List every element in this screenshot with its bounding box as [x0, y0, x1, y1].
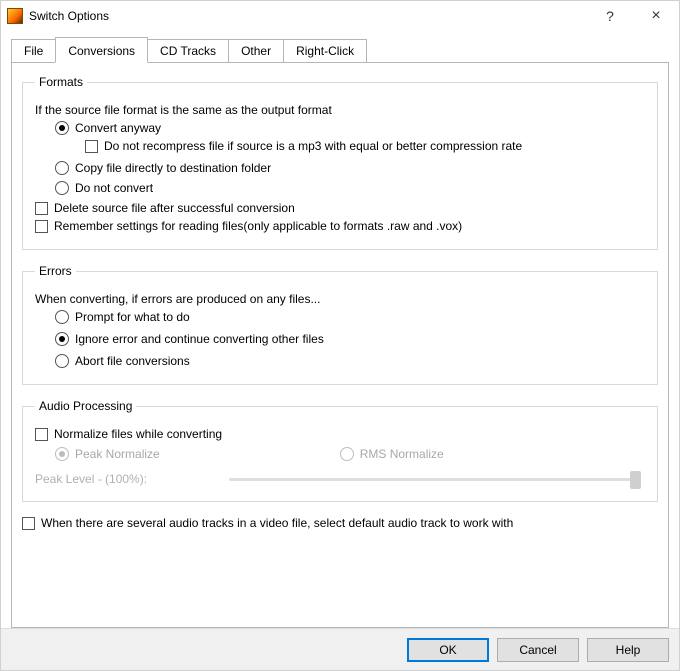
- checkbox-normalize[interactable]: Normalize files while converting: [35, 427, 645, 441]
- peak-level-slider: [229, 469, 641, 489]
- radio-icon: [55, 161, 69, 175]
- switch-options-dialog: Switch Options ? × File Conversions CD T…: [0, 0, 680, 671]
- checkbox-icon: [35, 428, 48, 441]
- radio-errors-ignore[interactable]: Ignore error and continue converting oth…: [55, 332, 645, 346]
- radio-errors-ignore-label: Ignore error and continue converting oth…: [75, 332, 324, 346]
- formats-intro-text: If the source file format is the same as…: [35, 103, 332, 117]
- group-audio-legend: Audio Processing: [35, 399, 136, 413]
- tab-other[interactable]: Other: [228, 39, 284, 63]
- radio-icon: [55, 332, 69, 346]
- radio-errors-prompt-label: Prompt for what to do: [75, 310, 190, 324]
- group-formats-legend: Formats: [35, 75, 87, 89]
- ok-button[interactable]: OK: [407, 638, 489, 662]
- radio-convert-anyway-label: Convert anyway: [75, 121, 161, 135]
- checkbox-do-not-recompress[interactable]: Do not recompress file if source is a mp…: [85, 139, 645, 153]
- group-audio-processing: Audio Processing Normalize files while c…: [22, 399, 658, 502]
- tabpage-conversions: Formats If the source file format is the…: [11, 63, 669, 628]
- checkbox-normalize-label: Normalize files while converting: [54, 427, 222, 441]
- radio-peak-normalize-label: Peak Normalize: [75, 447, 160, 461]
- help-button-bottom[interactable]: Help: [587, 638, 669, 662]
- errors-intro-text: When converting, if errors are produced …: [35, 292, 320, 306]
- slider-thumb: [630, 471, 641, 489]
- checkbox-do-not-recompress-label: Do not recompress file if source is a mp…: [104, 139, 522, 153]
- tab-cd-tracks[interactable]: CD Tracks: [147, 39, 229, 63]
- close-button[interactable]: ×: [633, 1, 679, 31]
- checkbox-remember-settings[interactable]: Remember settings for reading files(only…: [35, 219, 645, 233]
- radio-do-not-convert[interactable]: Do not convert: [55, 181, 645, 195]
- radio-copy-direct-label: Copy file directly to destination folder: [75, 161, 271, 175]
- tab-strip: File Conversions CD Tracks Other Right-C…: [11, 37, 669, 63]
- radio-icon: [55, 447, 69, 461]
- checkbox-icon: [35, 220, 48, 233]
- help-button[interactable]: ?: [587, 1, 633, 31]
- radio-peak-normalize: Peak Normalize: [55, 447, 160, 461]
- titlebar: Switch Options ? ×: [1, 1, 679, 31]
- radio-icon: [55, 181, 69, 195]
- radio-icon: [340, 447, 354, 461]
- radio-errors-abort-label: Abort file conversions: [75, 354, 190, 368]
- radio-rms-normalize: RMS Normalize: [340, 447, 444, 461]
- checkbox-several-tracks-label: When there are several audio tracks in a…: [41, 516, 513, 530]
- help-icon: ?: [606, 8, 614, 24]
- radio-icon: [55, 354, 69, 368]
- radio-icon: [55, 121, 69, 135]
- tab-right-click[interactable]: Right-Click: [283, 39, 367, 63]
- checkbox-icon: [35, 202, 48, 215]
- checkbox-several-tracks[interactable]: When there are several audio tracks in a…: [22, 516, 658, 530]
- radio-errors-abort[interactable]: Abort file conversions: [55, 354, 645, 368]
- group-errors: Errors When converting, if errors are pr…: [22, 264, 658, 385]
- checkbox-icon: [22, 517, 35, 530]
- group-errors-legend: Errors: [35, 264, 76, 278]
- radio-errors-prompt[interactable]: Prompt for what to do: [55, 310, 645, 324]
- radio-copy-direct[interactable]: Copy file directly to destination folder: [55, 161, 645, 175]
- close-icon: ×: [651, 8, 660, 24]
- radio-do-not-convert-label: Do not convert: [75, 181, 153, 195]
- peak-level-label: Peak Level - (100%):: [35, 472, 225, 486]
- tab-conversions[interactable]: Conversions: [55, 37, 148, 63]
- button-bar: OK Cancel Help: [1, 628, 679, 670]
- tab-file[interactable]: File: [11, 39, 56, 63]
- checkbox-delete-source-label: Delete source file after successful conv…: [54, 201, 295, 215]
- app-icon: [7, 8, 23, 24]
- group-formats: Formats If the source file format is the…: [22, 75, 658, 250]
- radio-rms-normalize-label: RMS Normalize: [360, 447, 444, 461]
- checkbox-delete-source[interactable]: Delete source file after successful conv…: [35, 201, 645, 215]
- cancel-button[interactable]: Cancel: [497, 638, 579, 662]
- slider-track: [229, 478, 641, 481]
- window-title: Switch Options: [29, 9, 109, 23]
- radio-convert-anyway[interactable]: Convert anyway: [55, 121, 645, 135]
- checkbox-icon: [85, 140, 98, 153]
- checkbox-remember-settings-label: Remember settings for reading files(only…: [54, 219, 462, 233]
- radio-icon: [55, 310, 69, 324]
